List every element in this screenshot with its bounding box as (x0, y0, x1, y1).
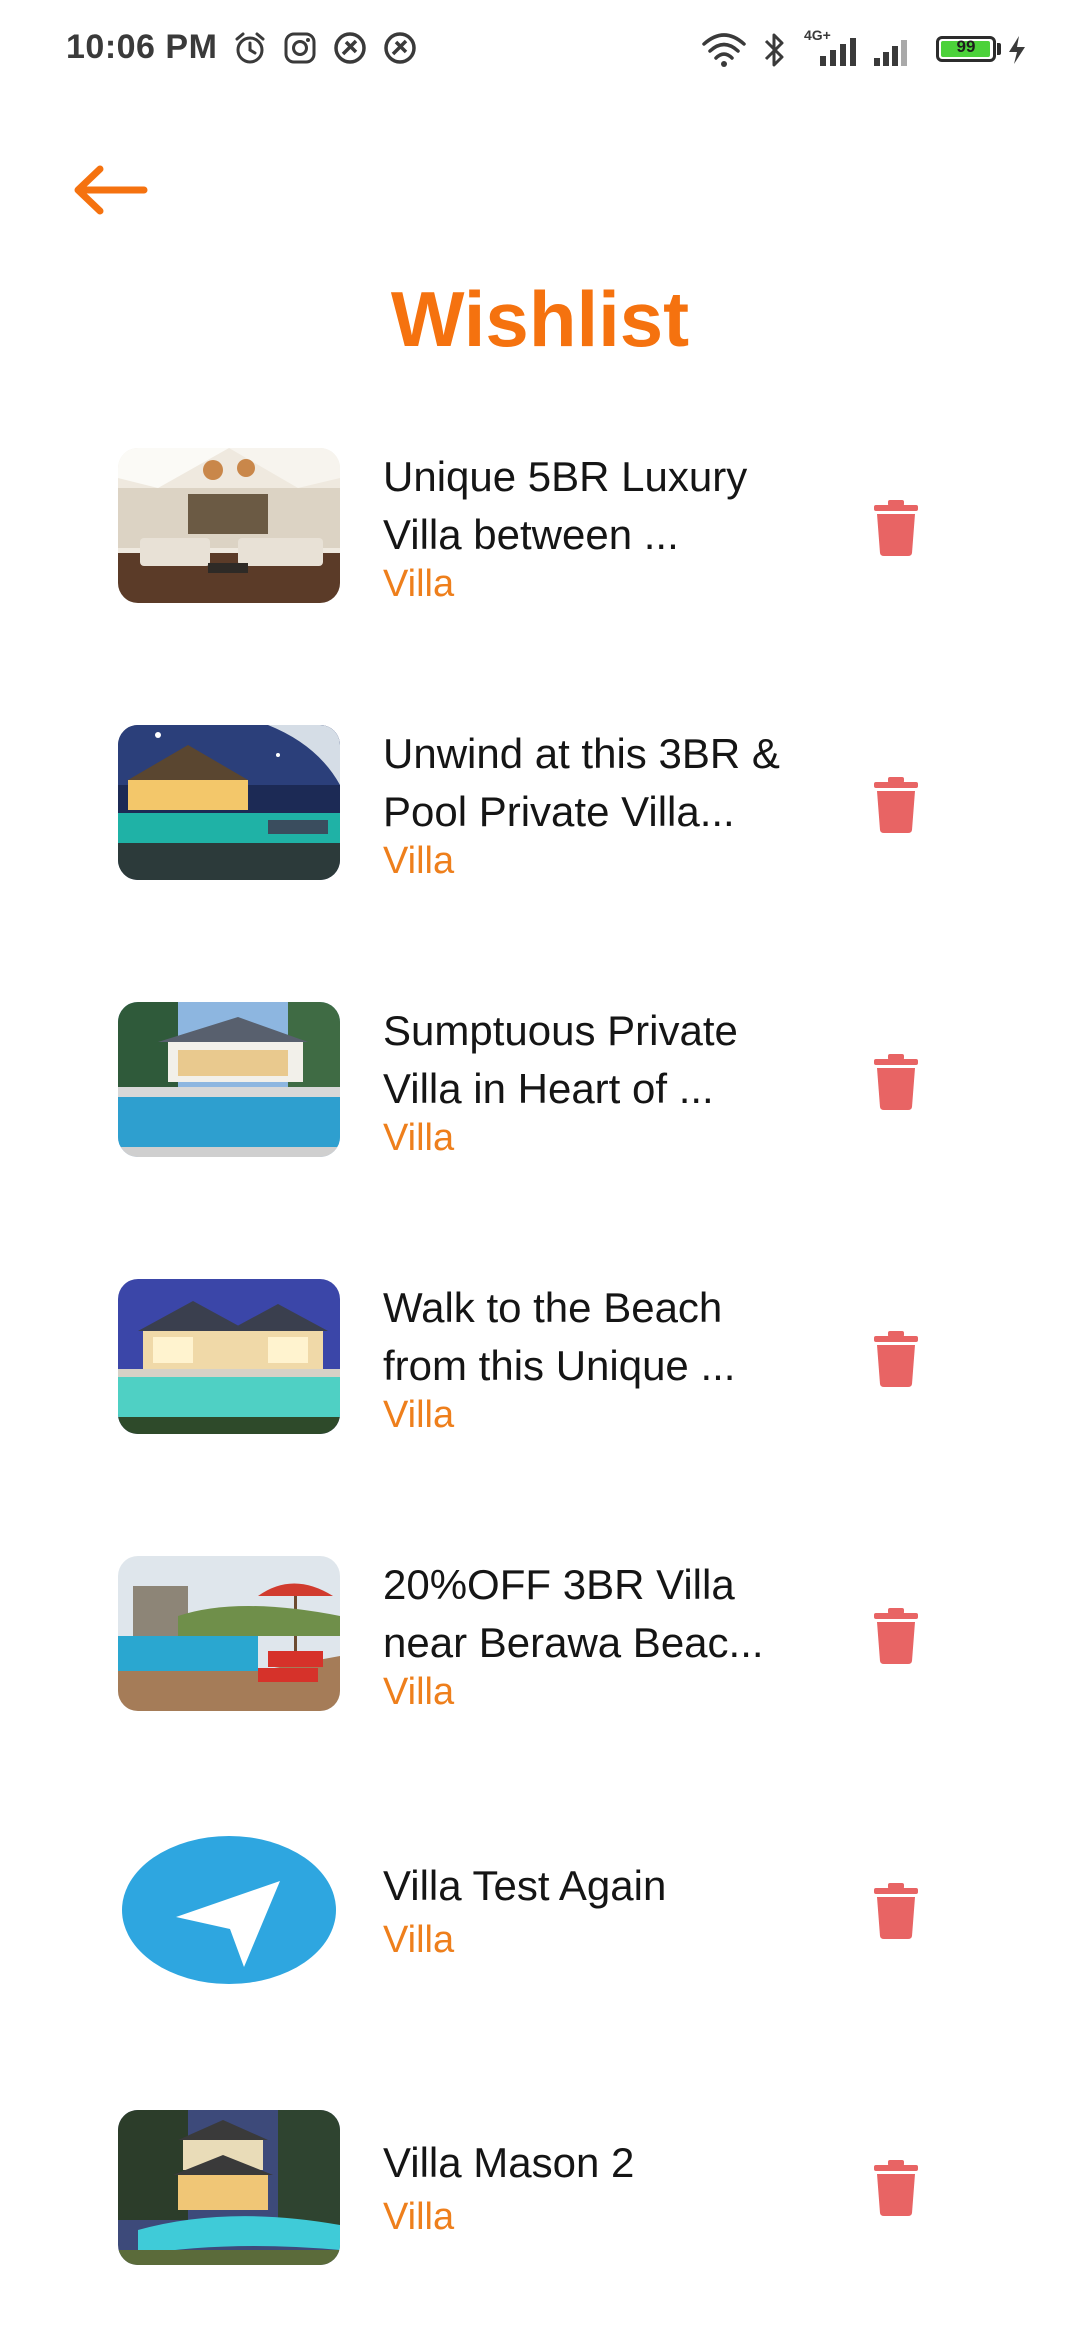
instagram-icon (284, 32, 316, 64)
villa-thumbnail (118, 1002, 340, 1157)
item-category: Villa (383, 840, 455, 882)
delete-button[interactable] (872, 1883, 920, 1939)
trash-icon (874, 1608, 918, 1664)
wishlist-item[interactable]: Sumptuous Private Villa in Heart of ... … (0, 1002, 1080, 1162)
villa-thumbnail (118, 1279, 340, 1434)
trash-icon (874, 777, 918, 833)
back-button[interactable] (70, 160, 150, 220)
battery-level-text: 99 (956, 37, 976, 56)
page-title: Wishlist (390, 275, 690, 363)
item-title: Unique 5BR Luxury Villa between ... (383, 453, 748, 558)
item-title: 20%OFF 3BR Villa near Berawa Beac... (383, 1561, 764, 1666)
signal-strength-icon (820, 38, 856, 66)
wishlist-screen: 10:06 PM 4G+ 99 Wishlist Unique 5BR Luxu… (0, 0, 1080, 2340)
villa-thumbnail (118, 725, 340, 880)
item-title: Villa Mason 2 (383, 2139, 635, 2186)
item-title: Sumptuous Private Villa in Heart of ... (383, 1007, 738, 1112)
wishlist-item[interactable]: Unwind at this 3BR & Pool Private Villa.… (0, 725, 1080, 885)
wishlist-item[interactable]: Villa Test Again Villa (0, 1833, 1080, 1993)
item-category: Villa (383, 1394, 455, 1436)
item-category: Villa (383, 563, 455, 605)
villa-thumbnail (118, 448, 340, 603)
item-title: Unwind at this 3BR & Pool Private Villa.… (383, 730, 780, 835)
wishlist-item[interactable]: Villa Mason 2 Villa (0, 2110, 1080, 2270)
item-category: Villa (383, 1919, 455, 1961)
delete-button[interactable] (872, 1608, 920, 1664)
trash-icon (874, 500, 918, 556)
signal-strength-icon (874, 40, 907, 66)
status-time: 10:06 PM (66, 28, 218, 66)
villa-thumbnail (118, 1556, 340, 1711)
villa-thumbnail (118, 2110, 340, 2265)
wishlist-item[interactable]: 20%OFF 3BR Villa near Berawa Beac... Vil… (0, 1556, 1080, 1716)
delete-button[interactable] (872, 2160, 920, 2216)
battery-tip (997, 43, 1001, 55)
arrow-left-icon (74, 165, 148, 215)
wifi-icon (702, 33, 746, 67)
bluetooth-icon (764, 33, 784, 67)
app-notification-icon (334, 32, 366, 64)
telegram-logo-icon (118, 1833, 340, 1988)
status-bar: 10:06 PM 4G+ 99 (0, 0, 1080, 100)
item-category: Villa (383, 1117, 455, 1159)
item-category: Villa (383, 1671, 455, 1713)
charging-icon (1009, 36, 1025, 64)
trash-icon (874, 1331, 918, 1387)
battery-icon: 99 (936, 36, 996, 62)
delete-button[interactable] (872, 777, 920, 833)
wishlist-item[interactable]: Unique 5BR Luxury Villa between ... Vill… (0, 448, 1080, 608)
trash-icon (874, 1054, 918, 1110)
item-title: Villa Test Again (383, 1862, 667, 1909)
item-title: Walk to the Beach from this Unique ... (383, 1284, 736, 1389)
delete-button[interactable] (872, 1054, 920, 1110)
alarm-icon (235, 32, 265, 64)
app-notification-icon (384, 32, 416, 64)
wishlist-item[interactable]: Walk to the Beach from this Unique ... V… (0, 1279, 1080, 1439)
delete-button[interactable] (872, 500, 920, 556)
item-category: Villa (383, 2196, 455, 2238)
trash-icon (874, 2160, 918, 2216)
delete-button[interactable] (872, 1331, 920, 1387)
trash-icon (874, 1883, 918, 1939)
